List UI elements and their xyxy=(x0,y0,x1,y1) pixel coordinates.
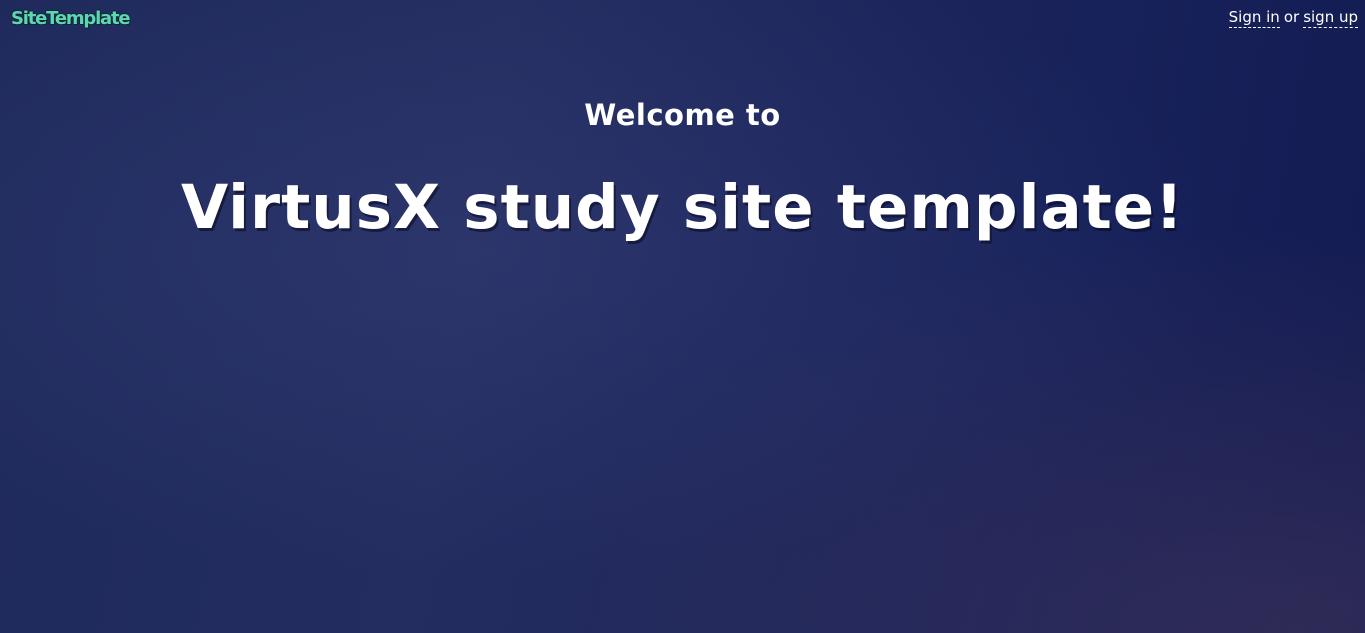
sign-in-link[interactable]: Sign in xyxy=(1228,8,1280,28)
sign-up-link[interactable]: sign up xyxy=(1303,8,1358,28)
auth-separator: or xyxy=(1283,8,1300,26)
top-bar: SiteTemplate Sign in or sign up xyxy=(0,0,1365,40)
brand-logo-link[interactable]: SiteTemplate xyxy=(11,8,131,29)
welcome-heading: Welcome to xyxy=(584,98,781,132)
page-title: VirtusX study site template! xyxy=(180,172,1185,243)
auth-links: Sign in or sign up xyxy=(1228,8,1358,28)
